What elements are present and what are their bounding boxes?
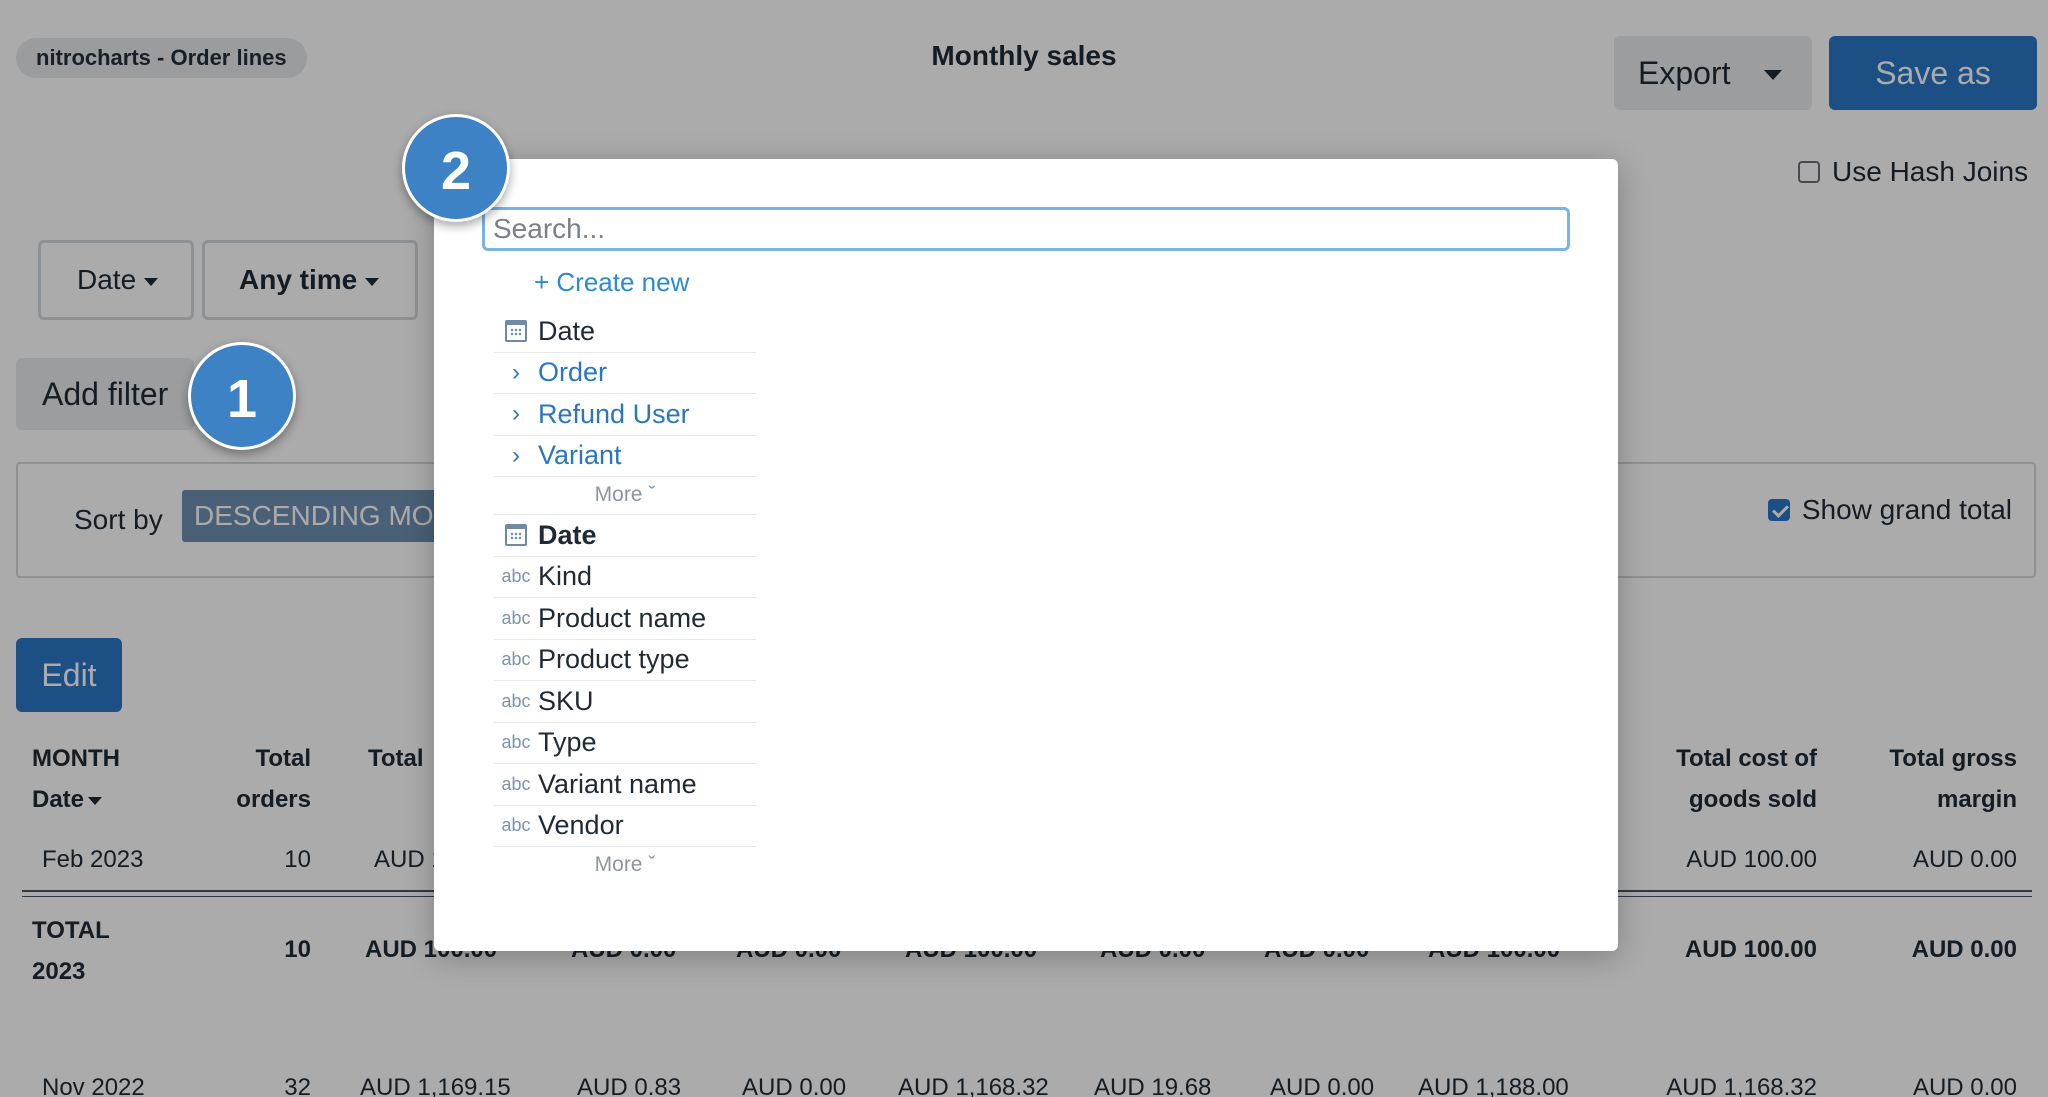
- field-group-variant[interactable]: › Variant: [494, 436, 756, 477]
- calendar-icon-shape: [505, 320, 527, 343]
- more-fields-link[interactable]: More ˇ: [494, 477, 756, 515]
- field-item-variant-name[interactable]: abc Variant name: [494, 764, 756, 806]
- field-item-label: Product name: [538, 602, 707, 633]
- field-item-label: Product type: [538, 644, 690, 675]
- field-item-product-type[interactable]: abc Product type: [494, 640, 756, 681]
- chevron-right-icon: ›: [512, 441, 520, 469]
- field-item-label: Type: [538, 727, 597, 758]
- text-type-icon: abc: [501, 649, 531, 670]
- more-label: More: [594, 483, 643, 506]
- text-type-icon: abc: [501, 607, 531, 628]
- field-search-input[interactable]: [482, 207, 1570, 251]
- chevron-right-icon: ›: [512, 400, 520, 428]
- field-item-vendor[interactable]: abc Vendor: [494, 806, 756, 847]
- field-item-label: Kind: [538, 561, 593, 592]
- chevron-right-icon: ›: [512, 358, 520, 386]
- field-group-order[interactable]: › Order: [494, 353, 756, 394]
- field-item-date-dimension[interactable]: Date: [494, 515, 756, 557]
- step-badge-1: 1: [188, 342, 296, 450]
- text-type-icon: abc: [501, 690, 531, 711]
- field-list: Date › Order › Refund User › Variant Mor…: [494, 311, 756, 885]
- field-item-label: Date: [538, 315, 596, 346]
- field-item-product-name[interactable]: abc Product name: [494, 598, 756, 640]
- field-item-label: Vendor: [538, 810, 624, 841]
- create-new-link[interactable]: + Create new: [534, 267, 689, 298]
- field-item-sku[interactable]: abc SKU: [494, 681, 756, 723]
- field-item-label: SKU: [538, 685, 594, 716]
- text-type-icon: abc: [501, 566, 531, 587]
- field-group-refund-user[interactable]: › Refund User: [494, 394, 756, 436]
- field-picker-modal: + Create new Date › Order › Refund User …: [434, 159, 1618, 951]
- field-item-label: Date: [538, 519, 597, 550]
- field-item-label: Variant: [538, 440, 622, 471]
- more-label: More: [594, 853, 643, 876]
- field-item-label: Refund User: [538, 398, 690, 429]
- field-item-label: Variant name: [538, 768, 697, 799]
- field-item-kind[interactable]: abc Kind: [494, 557, 756, 598]
- calendar-icon: [494, 320, 538, 343]
- chevron-down-icon: ˇ: [648, 853, 656, 876]
- field-item-type[interactable]: abc Type: [494, 723, 756, 764]
- chevron-down-icon: ˇ: [648, 483, 656, 506]
- calendar-icon-shape: [505, 524, 527, 547]
- step-badge-2: 2: [402, 114, 510, 222]
- text-type-icon: abc: [501, 773, 531, 794]
- text-type-icon: abc: [501, 732, 531, 753]
- field-item-date[interactable]: Date: [494, 311, 756, 353]
- text-type-icon: abc: [501, 815, 531, 836]
- calendar-icon: [494, 524, 538, 547]
- more-fields-link[interactable]: More ˇ: [494, 847, 756, 885]
- field-item-label: Order: [538, 357, 608, 388]
